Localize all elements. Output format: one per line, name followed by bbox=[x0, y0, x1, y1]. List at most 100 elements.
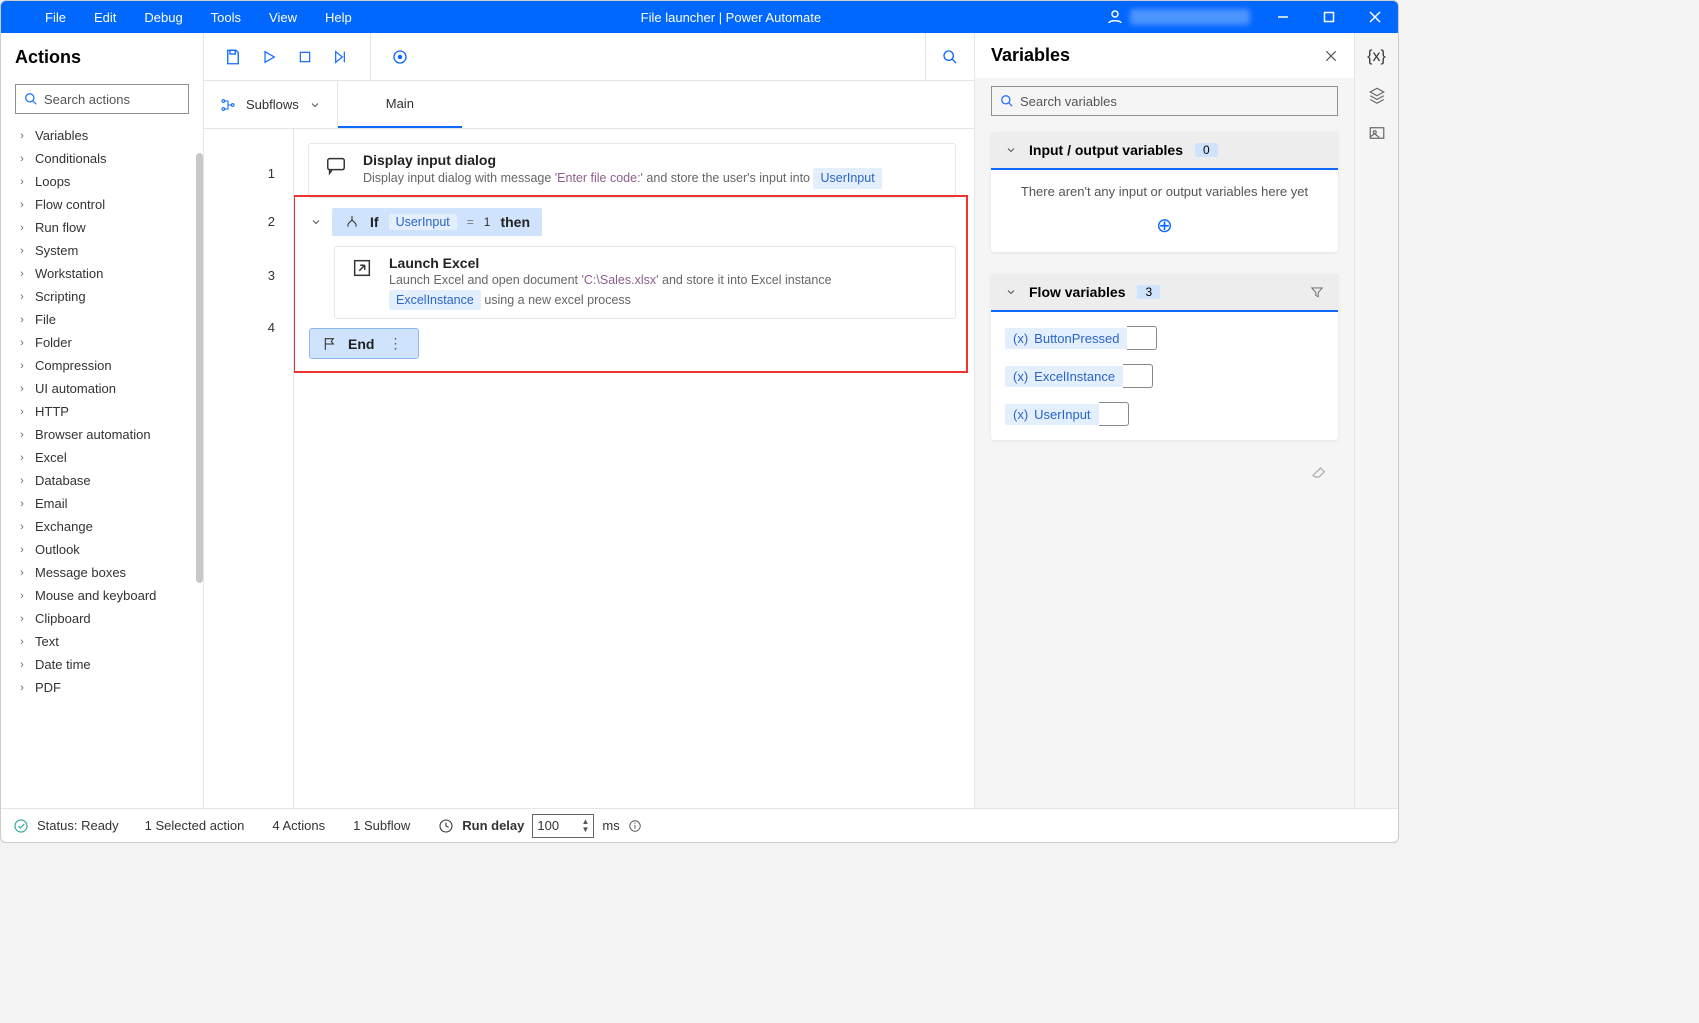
filter-icon[interactable] bbox=[1310, 285, 1324, 299]
action-cat-variables[interactable]: ›Variables bbox=[5, 124, 203, 147]
app-window: File Edit Debug Tools View Help File lau… bbox=[0, 0, 1399, 843]
action-cat-database[interactable]: ›Database bbox=[5, 469, 203, 492]
action-cat-email[interactable]: ›Email bbox=[5, 492, 203, 515]
stepper-icon[interactable]: ▲▼ bbox=[581, 818, 589, 834]
user-icon bbox=[1106, 8, 1124, 26]
action-cat-conditionals[interactable]: ›Conditionals bbox=[5, 147, 203, 170]
flow-variables-header[interactable]: Flow variables 3 bbox=[991, 274, 1338, 310]
variables-rail-icon[interactable]: {x} bbox=[1367, 47, 1387, 67]
action-cat-system[interactable]: ›System bbox=[5, 239, 203, 262]
flow-variables-section: Flow variables 3 (x)ButtonPressed (x)Exc… bbox=[991, 274, 1338, 440]
action-cat-compression[interactable]: ›Compression bbox=[5, 354, 203, 377]
minimize-button[interactable] bbox=[1260, 1, 1306, 33]
info-icon[interactable] bbox=[628, 819, 642, 833]
steps-area[interactable]: Display input dialog Display input dialo… bbox=[294, 129, 974, 808]
end-pill: End ⋮ bbox=[310, 329, 418, 358]
variable-tag: (x)UserInput bbox=[1005, 404, 1099, 425]
action-cat-message-boxes[interactable]: ›Message boxes bbox=[5, 561, 203, 584]
variables-search[interactable]: Search variables bbox=[991, 86, 1338, 116]
search-icon bbox=[24, 92, 38, 106]
action-label: Loops bbox=[35, 174, 70, 189]
action-cat-clipboard[interactable]: ›Clipboard bbox=[5, 607, 203, 630]
run-button[interactable] bbox=[258, 46, 280, 68]
menu-tools[interactable]: Tools bbox=[197, 4, 255, 31]
if-pill: If UserInput = 1 then bbox=[332, 208, 542, 236]
io-variables-header[interactable]: Input / output variables 0 bbox=[991, 132, 1338, 168]
step-desc: Launch Excel and open document 'C:\Sales… bbox=[389, 271, 832, 311]
step-end[interactable]: End ⋮ bbox=[308, 329, 956, 358]
tab-main[interactable]: Main bbox=[338, 81, 462, 128]
close-icon[interactable] bbox=[1324, 49, 1338, 63]
close-button[interactable] bbox=[1352, 1, 1398, 33]
flow-var-row[interactable]: (x)ExcelInstance bbox=[1005, 364, 1324, 388]
user-badge[interactable] bbox=[1096, 8, 1260, 26]
stop-button[interactable] bbox=[294, 46, 316, 68]
layers-rail-icon[interactable] bbox=[1367, 85, 1387, 105]
save-button[interactable] bbox=[222, 46, 244, 68]
action-cat-run-flow[interactable]: ›Run flow bbox=[5, 216, 203, 239]
menu-debug[interactable]: Debug bbox=[130, 4, 196, 31]
actions-list[interactable]: ›Variables ›Conditionals ›Loops ›Flow co… bbox=[1, 124, 203, 808]
scrollbar-thumb[interactable] bbox=[196, 153, 203, 583]
action-cat-datetime[interactable]: ›Date time bbox=[5, 653, 203, 676]
action-label: Mouse and keyboard bbox=[35, 588, 156, 603]
action-label: Folder bbox=[35, 335, 72, 350]
images-rail-icon[interactable] bbox=[1367, 123, 1387, 143]
var-name: ButtonPressed bbox=[1034, 331, 1119, 346]
action-label: Flow control bbox=[35, 197, 105, 212]
step-display-input[interactable]: Display input dialog Display input dialo… bbox=[308, 143, 956, 198]
run-delay-label: Run delay bbox=[462, 818, 524, 833]
action-label: UI automation bbox=[35, 381, 116, 396]
keyword-end: End bbox=[348, 336, 374, 352]
erase-icon[interactable] bbox=[1290, 454, 1348, 488]
variable-chip[interactable]: UserInput bbox=[389, 214, 457, 230]
action-cat-workstation[interactable]: ›Workstation bbox=[5, 262, 203, 285]
action-cat-ui-automation[interactable]: ›UI automation bbox=[5, 377, 203, 400]
subflow-icon bbox=[220, 97, 236, 113]
action-cat-browser-automation[interactable]: ›Browser automation bbox=[5, 423, 203, 446]
action-cat-folder[interactable]: ›Folder bbox=[5, 331, 203, 354]
menu-file[interactable]: File bbox=[31, 4, 80, 31]
var-value-box[interactable] bbox=[1099, 402, 1129, 426]
run-delay-input[interactable]: 100 ▲▼ bbox=[532, 814, 594, 838]
variable-chip[interactable]: UserInput bbox=[813, 168, 881, 189]
action-cat-file[interactable]: ›File bbox=[5, 308, 203, 331]
flow-var-row[interactable]: (x)UserInput bbox=[1005, 402, 1324, 426]
chevron-right-icon: › bbox=[17, 314, 27, 326]
step-if[interactable]: If UserInput = 1 then bbox=[308, 208, 956, 236]
variable-chip[interactable]: ExcelInstance bbox=[389, 290, 481, 311]
launch-icon bbox=[349, 255, 375, 279]
chevron-right-icon: › bbox=[17, 567, 27, 579]
action-cat-loops[interactable]: ›Loops bbox=[5, 170, 203, 193]
action-cat-http[interactable]: ›HTTP bbox=[5, 400, 203, 423]
action-cat-text[interactable]: ›Text bbox=[5, 630, 203, 653]
menu-help[interactable]: Help bbox=[311, 4, 366, 31]
menu-view[interactable]: View bbox=[255, 4, 311, 31]
record-button[interactable] bbox=[389, 46, 411, 68]
var-value-box[interactable] bbox=[1123, 364, 1153, 388]
more-icon[interactable]: ⋮ bbox=[384, 335, 406, 352]
step-launch-excel[interactable]: Launch Excel Launch Excel and open docum… bbox=[334, 246, 956, 320]
line-number: 4 bbox=[268, 307, 275, 347]
action-cat-pdf[interactable]: ›PDF bbox=[5, 676, 203, 699]
action-label: PDF bbox=[35, 680, 61, 695]
action-cat-flow-control[interactable]: ›Flow control bbox=[5, 193, 203, 216]
actions-search[interactable]: Search actions bbox=[15, 84, 189, 114]
main-column: Subflows Main 1 2 3 4 Displ bbox=[204, 33, 974, 808]
action-cat-mouse-keyboard[interactable]: ›Mouse and keyboard bbox=[5, 584, 203, 607]
var-value-box[interactable] bbox=[1127, 326, 1157, 350]
menu-edit[interactable]: Edit bbox=[80, 4, 130, 31]
action-cat-scripting[interactable]: ›Scripting bbox=[5, 285, 203, 308]
toolbar-search[interactable] bbox=[925, 33, 974, 80]
dialog-icon bbox=[323, 152, 349, 176]
add-variable-button[interactable]: ⊕ bbox=[1156, 213, 1173, 238]
status-text: Status: Ready bbox=[37, 818, 119, 833]
maximize-button[interactable] bbox=[1306, 1, 1352, 33]
action-cat-outlook[interactable]: ›Outlook bbox=[5, 538, 203, 561]
flow-var-row[interactable]: (x)ButtonPressed bbox=[1005, 326, 1324, 350]
var-prefix: (x) bbox=[1013, 369, 1028, 384]
step-button[interactable] bbox=[330, 46, 352, 68]
action-cat-exchange[interactable]: ›Exchange bbox=[5, 515, 203, 538]
subflows-dropdown[interactable]: Subflows bbox=[204, 81, 338, 128]
action-cat-excel[interactable]: ›Excel bbox=[5, 446, 203, 469]
